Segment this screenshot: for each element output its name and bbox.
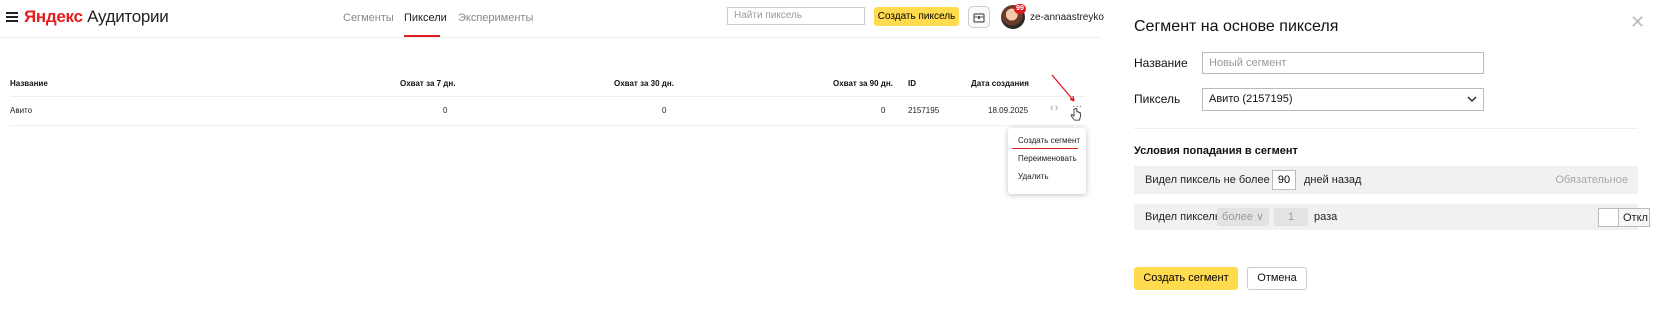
column-header-id[interactable]: ID	[908, 79, 916, 88]
operator-select[interactable]: более ∨	[1217, 208, 1269, 226]
condition-row-count: Видел пиксель более ∨ 1 раза Откл	[1134, 204, 1650, 230]
condition-count-suffix: раза	[1314, 211, 1338, 223]
row-reach7: 0	[443, 106, 448, 115]
close-icon[interactable]: ✕	[1630, 12, 1645, 33]
row-context-menu: Создать сегмент Переименовать Удалить	[1008, 128, 1086, 194]
conditions-title: Условия попадания в сегмент	[1134, 145, 1298, 157]
condition-toggle[interactable]: Откл	[1598, 208, 1650, 227]
toggle-knob	[1599, 209, 1619, 226]
row-reach90: 0	[881, 106, 886, 115]
menu-highlight-underline	[1012, 148, 1078, 149]
table-divider	[10, 125, 1085, 126]
count-input[interactable]: 1	[1274, 208, 1308, 226]
column-header-reach90[interactable]: Охват за 90 дн.	[833, 79, 893, 88]
tab-pixels[interactable]: Пиксели	[404, 12, 447, 24]
search-input[interactable]: Найти пиксель	[727, 7, 865, 25]
toggle-label: Откл	[1623, 212, 1648, 224]
pixel-label: Пиксель	[1134, 92, 1181, 106]
menu-icon[interactable]	[6, 12, 18, 22]
hand-cursor-icon	[1070, 108, 1081, 121]
name-label: Название	[1134, 56, 1188, 70]
pixel-select[interactable]: Авито (2157195)	[1202, 88, 1484, 111]
create-pixel-button[interactable]: Создать пиксель	[874, 7, 959, 26]
logo-product: Аудитории	[87, 7, 169, 26]
operator-value: более	[1222, 211, 1253, 223]
pixels-page: Яндекс Аудитории Сегменты Пиксели Экспер…	[0, 0, 1104, 316]
chevron-down-icon	[1467, 96, 1477, 102]
create-segment-panel: Сегмент на основе пикселя ✕ Название Нов…	[1110, 0, 1680, 316]
column-header-reach7[interactable]: Охват за 7 дн.	[400, 79, 455, 88]
condition-days-prefix: Видел пиксель не более	[1145, 174, 1270, 186]
panel-title: Сегмент на основе пикселя	[1134, 18, 1339, 35]
condition-row-days: Видел пиксель не более 90 дней назад Обя…	[1134, 166, 1638, 194]
section-divider	[1134, 128, 1638, 129]
username[interactable]: ze-annaastreyko	[1030, 12, 1104, 23]
days-input[interactable]: 90	[1272, 170, 1296, 190]
table-divider	[10, 96, 1085, 97]
menu-item-create-segment[interactable]: Создать сегмент	[1018, 136, 1080, 145]
segment-name-input[interactable]: Новый сегмент	[1202, 52, 1484, 74]
menu-item-rename[interactable]: Переименовать	[1018, 154, 1077, 163]
condition-days-suffix: дней назад	[1304, 174, 1362, 186]
cancel-button[interactable]: Отмена	[1247, 267, 1307, 290]
row-reach30: 0	[662, 106, 667, 115]
logo-brand: Яндекс	[24, 7, 83, 26]
column-header-name[interactable]: Название	[10, 79, 48, 88]
create-segment-button[interactable]: Создать сегмент	[1134, 267, 1238, 290]
row-name[interactable]: Авито	[10, 106, 32, 115]
row-id: 2157195	[908, 106, 940, 115]
tab-experiments[interactable]: Эксперименты	[458, 12, 533, 24]
required-label: Обязательное	[1555, 174, 1628, 186]
services-icon[interactable]	[968, 6, 990, 28]
tab-segments[interactable]: Сегменты	[343, 12, 394, 24]
chevron-down-icon: ∨	[1255, 211, 1264, 223]
condition-count-prefix: Видел пиксель	[1145, 211, 1221, 223]
app-logo[interactable]: Яндекс Аудитории	[24, 7, 169, 27]
row-created: 18.09.2025	[988, 106, 1029, 115]
notification-badge: 99	[1014, 4, 1026, 14]
column-header-reach30[interactable]: Охват за 30 дн.	[614, 79, 674, 88]
header-divider	[0, 37, 1100, 38]
menu-item-delete[interactable]: Удалить	[1018, 172, 1049, 181]
annotation-arrow-icon	[1051, 74, 1075, 102]
column-header-created[interactable]: Дата создания	[971, 79, 1029, 88]
pixel-select-value: Авито (2157195)	[1209, 93, 1293, 105]
